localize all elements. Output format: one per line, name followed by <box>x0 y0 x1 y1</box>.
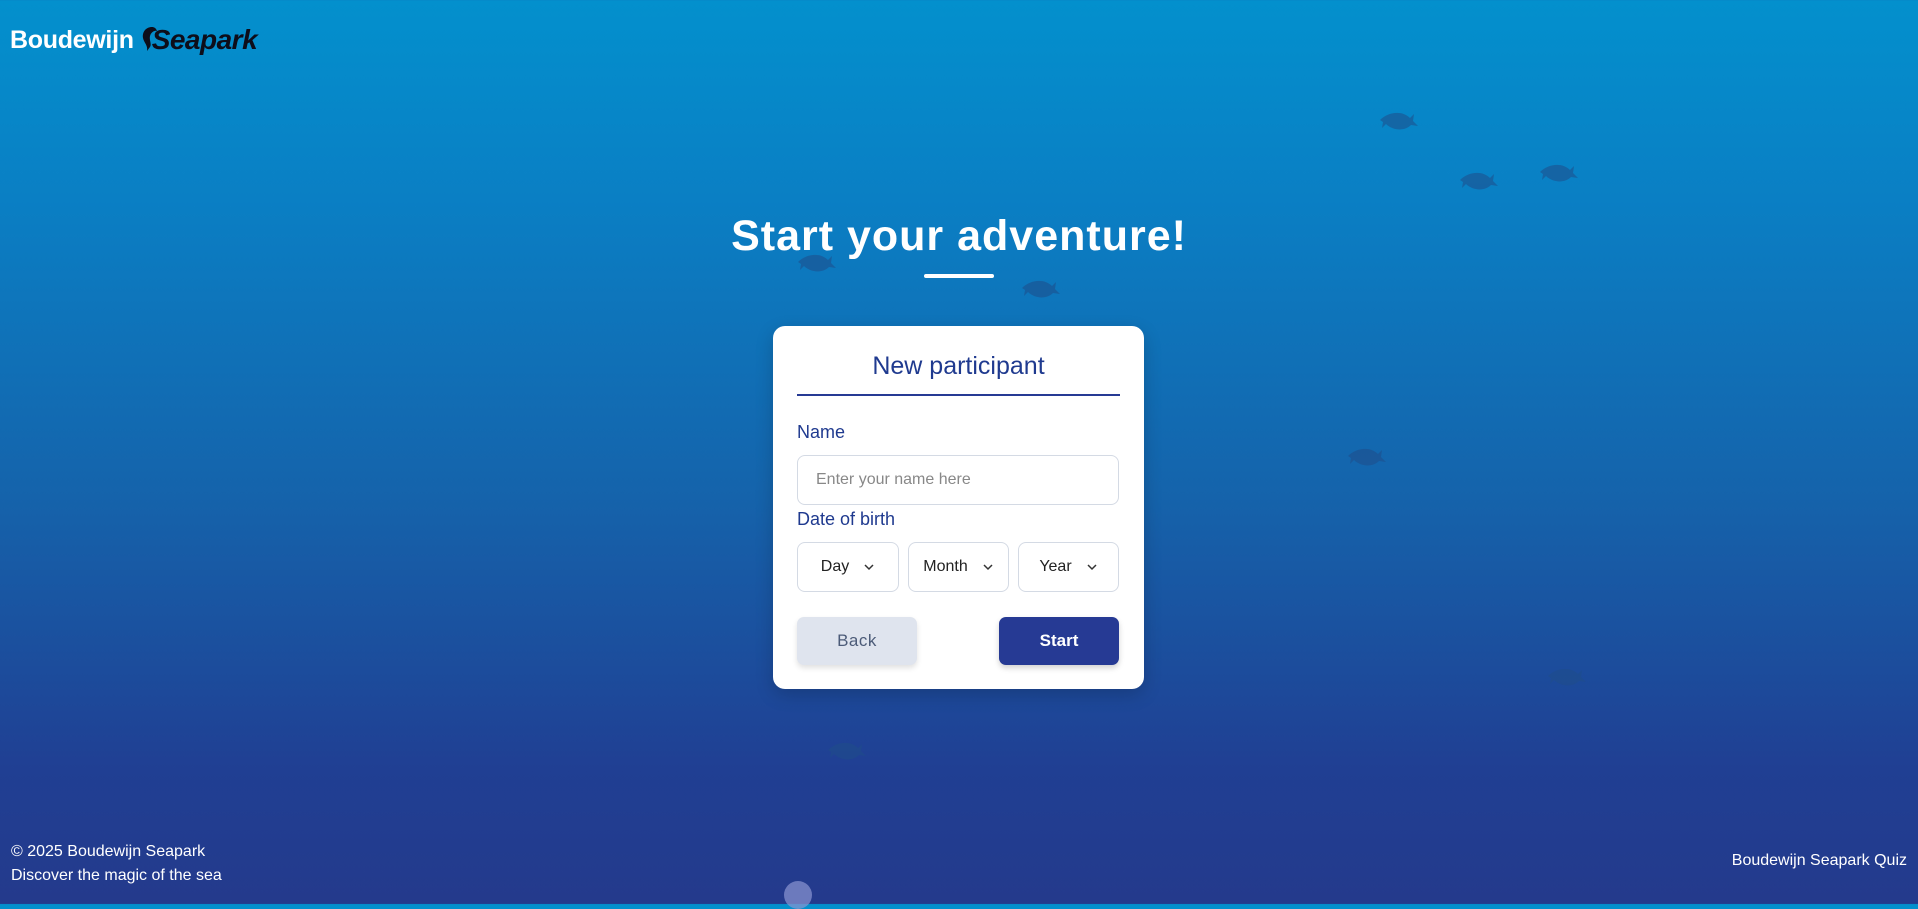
year-select[interactable]: Year <box>1018 542 1119 592</box>
dolphin-icon <box>1548 668 1586 686</box>
dolphin-icon <box>828 742 866 760</box>
page-title: Start your adventure! <box>731 212 1187 260</box>
back-button[interactable]: Back <box>797 617 917 665</box>
footer-app-name: Boudewijn Seapark Quiz <box>1731 852 1907 869</box>
dolphin-icon <box>1348 448 1386 466</box>
chevron-down-icon <box>1087 564 1097 571</box>
logo-word-seapark: Seapark <box>138 24 258 56</box>
form-heading-divider <box>797 394 1120 396</box>
logo-seapark-text: Seapark <box>151 24 258 55</box>
title-underline <box>924 274 994 278</box>
dolphin-icon <box>1022 280 1060 298</box>
start-button[interactable]: Start <box>999 617 1119 665</box>
name-input[interactable] <box>797 455 1119 505</box>
chevron-down-icon <box>864 564 874 571</box>
day-select-value: Day <box>820 558 850 575</box>
footer-copyright: © 2025 Boudewijn Seapark <box>11 843 206 860</box>
year-select-value: Year <box>1039 558 1072 575</box>
dolphin-icon <box>1540 164 1578 182</box>
chevron-down-icon <box>983 564 993 571</box>
day-select[interactable]: Day <box>797 542 899 592</box>
bubble-decoration <box>784 881 812 909</box>
date-of-birth-label: Date of birth <box>797 509 896 529</box>
month-select-value: Month <box>923 558 968 575</box>
logo[interactable]: Boudewijn Seapark <box>10 24 258 56</box>
name-label: Name <box>797 422 846 442</box>
participant-form-card: New participant Name Date of birth Day M… <box>773 326 1144 689</box>
dolphin-icon <box>1380 112 1418 130</box>
logo-word-boudewijn: Boudewijn <box>10 25 134 54</box>
footer-tagline: Discover the magic of the sea <box>11 867 222 884</box>
month-select[interactable]: Month <box>908 542 1009 592</box>
footer-info: © 2025 Boudewijn Seapark Discover the ma… <box>11 840 222 888</box>
dolphin-icon <box>1460 172 1498 190</box>
form-heading: New participant <box>872 352 1045 380</box>
